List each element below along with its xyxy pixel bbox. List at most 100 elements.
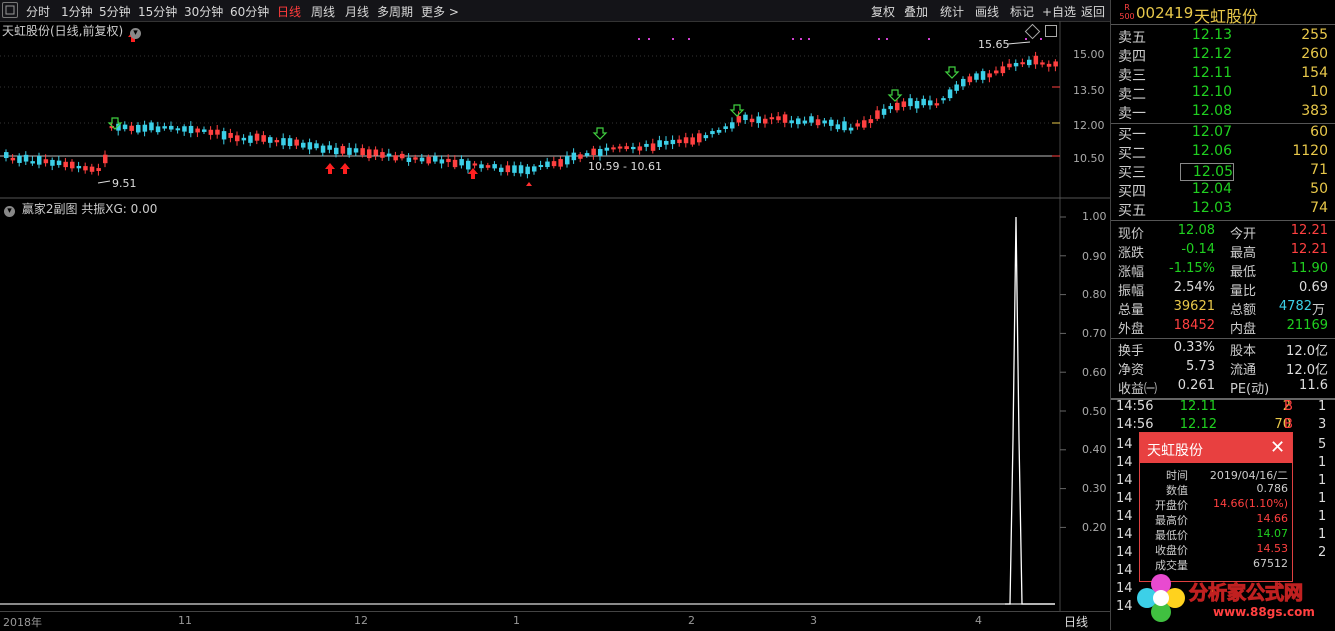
bid-label: 买二 — [1118, 146, 1146, 162]
net-assets-label: 净资 — [1118, 363, 1145, 378]
tick-row[interactable]: 14:56 12.11 2 B 1 — [1116, 399, 1331, 417]
close-icon[interactable]: ✕ — [1270, 437, 1285, 458]
ask-row-4[interactable]: 卖四 12.12 260 — [1118, 46, 1328, 65]
popup-row-label: 开盘价 — [1155, 499, 1188, 512]
period-tab-multi[interactable]: 多周期 — [377, 3, 413, 20]
bid-row-2[interactable]: 买二 12.06 1120 — [1118, 143, 1328, 162]
candle-body — [525, 166, 530, 175]
candle-body — [571, 152, 577, 161]
candle-body — [30, 161, 35, 164]
candle-body — [914, 100, 920, 109]
tick-price: 12.12 — [1179, 417, 1217, 432]
candle-body — [868, 119, 874, 124]
candle-body — [320, 145, 326, 153]
candle-body — [202, 129, 207, 132]
x-tick-1: 1 — [513, 614, 520, 627]
sell-arrow-icon — [729, 104, 745, 117]
turnover-amount-unit: 万 — [1312, 303, 1326, 318]
ask-volume: 10 — [1310, 84, 1328, 100]
bid-row-4[interactable]: 买四 12.04 50 — [1118, 181, 1328, 200]
period-tab-30min[interactable]: 30分钟 — [184, 3, 223, 20]
tick-side: B — [1284, 417, 1293, 432]
chart-settings-icon[interactable]: ▾ — [130, 28, 142, 39]
fuquan-button[interactable]: 复权 — [871, 3, 895, 20]
x-tick-2018: 2018年 — [3, 616, 42, 629]
period-tab-more[interactable]: 更多 > — [421, 3, 459, 20]
candle-body — [499, 167, 504, 172]
subchart-settings-icon[interactable]: ▾ — [4, 206, 15, 217]
signal-dot — [808, 38, 810, 40]
bid-row-5[interactable]: 买五 12.03 74 — [1118, 200, 1328, 219]
candle-body — [452, 159, 458, 168]
overlay-button[interactable]: 叠加 — [904, 3, 928, 20]
mark-button[interactable]: 标记 — [1010, 3, 1034, 20]
candle-body — [518, 165, 524, 174]
low-price: 11.90 — [1290, 261, 1328, 276]
period-tab-60min[interactable]: 60分钟 — [230, 3, 269, 20]
x-tick-3: 3 — [810, 614, 817, 627]
draw-line-button[interactable]: 画线 — [975, 3, 999, 20]
ask-volume: 260 — [1301, 46, 1328, 62]
indicator-subchart[interactable] — [0, 199, 1110, 611]
popup-title: 天虹股份 — [1147, 443, 1203, 459]
ask-row-2[interactable]: 卖二 12.10 10 — [1118, 84, 1328, 103]
index-badge: R 500 — [1119, 3, 1135, 21]
candle-body — [347, 147, 352, 155]
ask-row-3[interactable]: 卖三 12.11 154 — [1118, 65, 1328, 84]
candle-body — [400, 153, 405, 159]
ask-label: 卖四 — [1118, 49, 1146, 65]
candle-body — [367, 149, 372, 159]
candle-body — [188, 125, 194, 134]
candle-body — [63, 161, 68, 168]
candlestick-chart[interactable] — [0, 21, 1110, 199]
candle-body — [598, 148, 603, 157]
bid-row-1[interactable]: 买一 12.07 60 — [1118, 124, 1328, 143]
period-tab-1min[interactable]: 1分钟 — [61, 3, 93, 20]
signal-dot — [886, 38, 888, 40]
candle-body — [122, 124, 128, 130]
ask-label: 卖二 — [1118, 87, 1146, 103]
popup-row-label: 时间 — [1166, 469, 1188, 482]
period-tab-5min[interactable]: 5分钟 — [99, 3, 131, 20]
square-marker-icon[interactable] — [1045, 25, 1057, 37]
period-tab-daily[interactable]: 日线 — [277, 3, 301, 20]
tick-price: 12.11 — [1179, 399, 1217, 414]
index-badge-bottom: 500 — [1119, 12, 1135, 21]
candle-body — [604, 147, 610, 151]
share-capital-label: 股本 — [1230, 344, 1257, 359]
ask-row-5[interactable]: 卖五 12.13 255 — [1118, 27, 1328, 46]
net-assets-value: 5.73 — [1186, 359, 1215, 374]
candle-body — [716, 129, 722, 133]
stats-button[interactable]: 统计 — [940, 3, 964, 20]
candle-body — [532, 166, 537, 172]
period-tab-15min[interactable]: 15分钟 — [138, 3, 177, 20]
period-tab-monthly[interactable]: 月线 — [345, 3, 369, 20]
ask-volume: 154 — [1301, 65, 1328, 81]
candle-body — [1040, 62, 1045, 65]
low-price-annotation: 9.51 — [112, 177, 137, 190]
candle-body — [162, 126, 167, 129]
period-tab-fenshi[interactable]: 分时 — [26, 3, 50, 20]
high-pointer — [1007, 41, 1031, 45]
candle-body — [17, 155, 22, 163]
popup-row-value: 14.66 — [1256, 512, 1289, 525]
volume-ratio-value: 0.69 — [1299, 280, 1328, 295]
ask-label: 卖三 — [1118, 68, 1146, 84]
candle-body — [340, 146, 346, 154]
ask-row-1[interactable]: 卖一 12.08 383 — [1118, 103, 1328, 122]
add-watchlist-button[interactable]: +自选 — [1042, 3, 1076, 20]
share-capital-value: 12.0亿 — [1286, 344, 1328, 359]
candle-body — [723, 126, 728, 129]
back-button[interactable]: 返回 — [1081, 3, 1105, 20]
bid-row-3[interactable]: 买三 12.05 71 — [1118, 162, 1328, 181]
data-tooltip-popup: 天虹股份 ✕ 时间 2019/04/16/二 数值 0.786 开盘价 14.66(1.1… — [1139, 432, 1293, 582]
popup-row-value: 2019/04/16/二 — [1209, 469, 1288, 482]
candle-body — [947, 89, 953, 99]
layout-toggle-icon[interactable] — [2, 2, 18, 18]
bid-label: 买一 — [1118, 127, 1146, 143]
period-tab-weekly[interactable]: 周线 — [311, 3, 335, 20]
candle-body — [591, 148, 596, 155]
candle-body — [274, 140, 280, 143]
candle-body — [248, 135, 253, 143]
outer-disk-value: 18452 — [1173, 318, 1215, 333]
